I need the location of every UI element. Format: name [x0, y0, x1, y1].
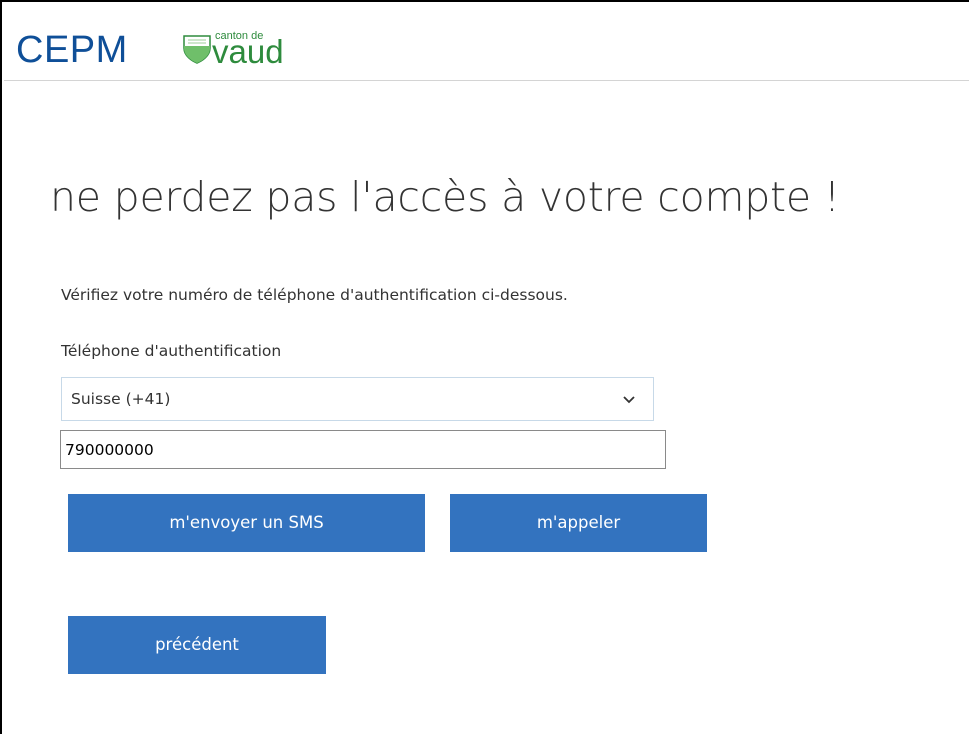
- vaud-logo: canton de vaud: [182, 30, 302, 74]
- country-code-value: Suisse (+41): [71, 390, 171, 408]
- previous-button[interactable]: précédent: [68, 616, 326, 674]
- call-me-button[interactable]: m'appeler: [450, 494, 707, 552]
- intro-text: Vérifiez votre numéro de téléphone d'aut…: [61, 286, 568, 304]
- cepm-logo: CEPM: [16, 29, 128, 71]
- phone-label: Téléphone d'authentification: [61, 342, 282, 360]
- page-frame: CEPM canton de vaud ne perdez pas l'accè…: [0, 0, 969, 734]
- country-code-select[interactable]: Suisse (+41): [61, 377, 654, 421]
- vaud-shield-icon: [183, 35, 211, 64]
- vaud-logo-text: vaud: [212, 33, 284, 70]
- header: CEPM canton de vaud: [4, 4, 969, 81]
- page-title: ne perdez pas l'accès à votre compte !: [50, 173, 841, 221]
- phone-number-input[interactable]: [60, 430, 666, 469]
- chevron-down-icon: [623, 396, 635, 404]
- send-sms-button[interactable]: m'envoyer un SMS: [68, 494, 425, 552]
